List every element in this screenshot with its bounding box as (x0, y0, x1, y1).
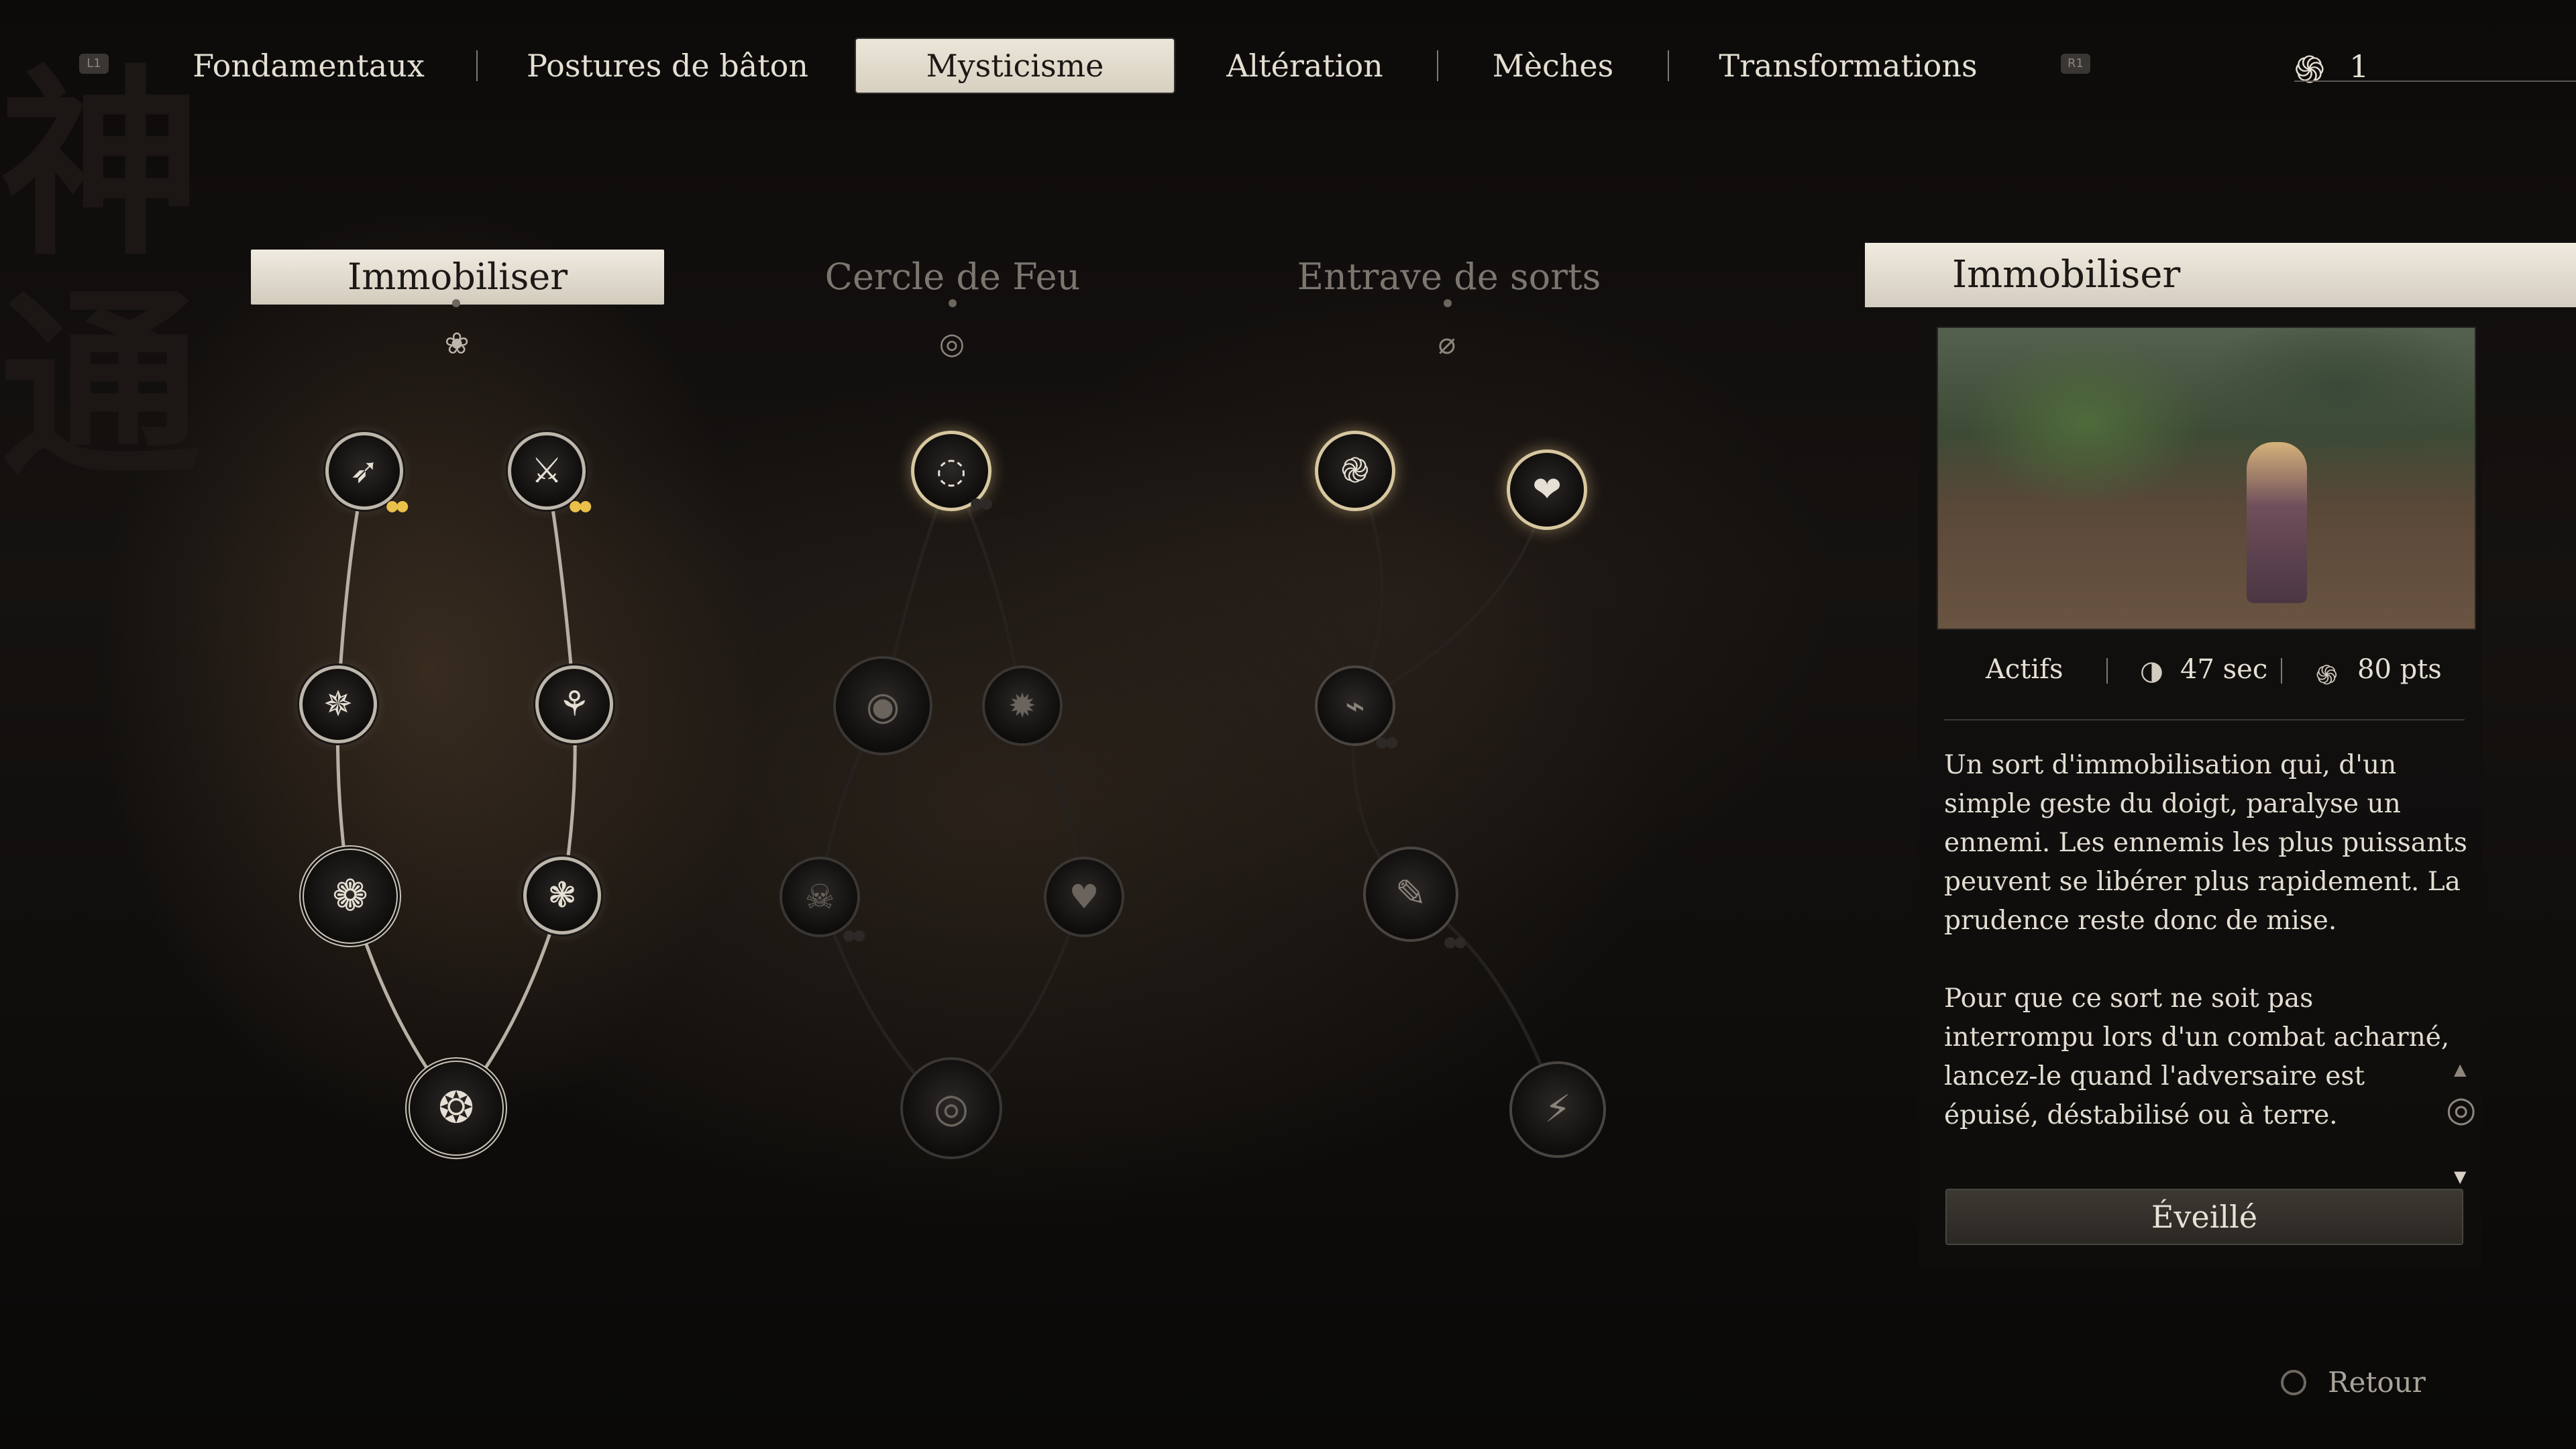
skill-node-entrave-2[interactable]: ❤ (1507, 449, 1587, 530)
skill-node-entrave-4[interactable]: ✎ (1363, 847, 1458, 942)
scroll-up-icon: ▲ (2454, 1060, 2467, 1079)
skill-node-immobiliser-7[interactable]: ❂ (405, 1057, 507, 1159)
description-paragraph-2: Pour que ce sort ne soit pas interrompu … (1944, 983, 2450, 1130)
upgrade-pips: ●● (569, 498, 592, 515)
blade-rune-icon: ⚔ (531, 451, 563, 491)
dragon-seal-icon: ❁ (332, 871, 368, 921)
skill-node-cercle-2[interactable]: ◉ (833, 656, 932, 755)
skill-type: Actifs (1986, 654, 2063, 685)
character-figure (2247, 442, 2307, 603)
skill-node-cercle-5[interactable]: ♥ (1044, 857, 1124, 937)
skill-preview-image (1937, 327, 2476, 630)
skill-detail-title: Immobiliser (1952, 253, 2181, 297)
heart-flame-icon: ♥ (1069, 877, 1099, 916)
skill-node-immobiliser-4[interactable]: ⚘ (535, 665, 613, 743)
mana-swirl-icon: ֍ (2316, 660, 2338, 691)
skill-node-entrave-5[interactable]: ⚡ (1509, 1061, 1606, 1158)
upgrade-pips: ●● (386, 498, 409, 515)
back-label: Retour (2328, 1366, 2426, 1399)
stat-separator (2281, 658, 2282, 684)
upgrade-pips: ●● (970, 495, 993, 512)
wind-rune-icon: ❃ (547, 875, 577, 916)
spiral-rune-icon: ֎ (1340, 451, 1370, 491)
skill-cooldown: 47 sec (2180, 654, 2268, 685)
flare-rune-icon: ✹ (1008, 686, 1036, 725)
lightning-seal-icon: ⚡ (1544, 1087, 1571, 1131)
skill-cost: 80 pts (2357, 654, 2442, 685)
scroll-indicator[interactable]: ▲ ◎ ▼ (2442, 1060, 2489, 1194)
skill-node-entrave-1[interactable]: ֎ (1315, 431, 1395, 511)
flame-rune-icon: ⚘ (558, 684, 590, 724)
strike-rune-icon: ✵ (323, 684, 353, 724)
slash-rune-icon: ⌁ (1344, 686, 1366, 725)
right-stick-icon: ◎ (2446, 1089, 2477, 1130)
description-paragraph-1: Un sort d'immobilisation qui, d'un simpl… (1944, 750, 2467, 936)
beast-seal-icon: ❂ (438, 1083, 474, 1133)
ember-seal-icon: ◉ (865, 683, 900, 729)
scroll-down-icon: ▼ (2454, 1167, 2467, 1186)
brush-rune-icon: ✎ (1395, 872, 1427, 916)
upgrade-pips: ●● (843, 927, 865, 944)
fire-circle-icon: ◌ (936, 451, 967, 491)
dart-rune-icon: ➶ (350, 451, 379, 491)
stat-separator (2106, 658, 2108, 684)
skill-detail-header: Immobiliser (1865, 243, 2576, 307)
upgrade-pips: ●● (1444, 934, 1466, 951)
skill-node-immobiliser-5[interactable]: ❁ (299, 845, 401, 947)
awakened-status-button[interactable]: Éveillé (1945, 1189, 2463, 1245)
skull-rune-icon: ☠ (804, 877, 835, 916)
skill-node-cercle-3[interactable]: ✹ (982, 665, 1063, 746)
skill-node-immobiliser-6[interactable]: ❃ (523, 857, 601, 934)
skill-node-immobiliser-3[interactable]: ✵ (299, 665, 377, 743)
skill-node-cercle-6[interactable]: ◎ (900, 1057, 1002, 1159)
skill-description: Un sort d'immobilisation qui, d'un simpl… (1944, 746, 2467, 1174)
upgrade-pips: ●● (1375, 734, 1398, 751)
skill-stats: Actifs ◑ 47 sec ֍ 80 pts (1945, 654, 2469, 694)
circle-button-icon (2281, 1370, 2306, 1395)
heart-seal-icon: ❤ (1532, 470, 1562, 510)
inferno-seal-icon: ◎ (933, 1085, 969, 1132)
moon-timer-icon: ◑ (2140, 655, 2163, 686)
skill-node-cercle-4[interactable]: ☠ (780, 857, 860, 937)
stats-divider (1944, 719, 2465, 720)
